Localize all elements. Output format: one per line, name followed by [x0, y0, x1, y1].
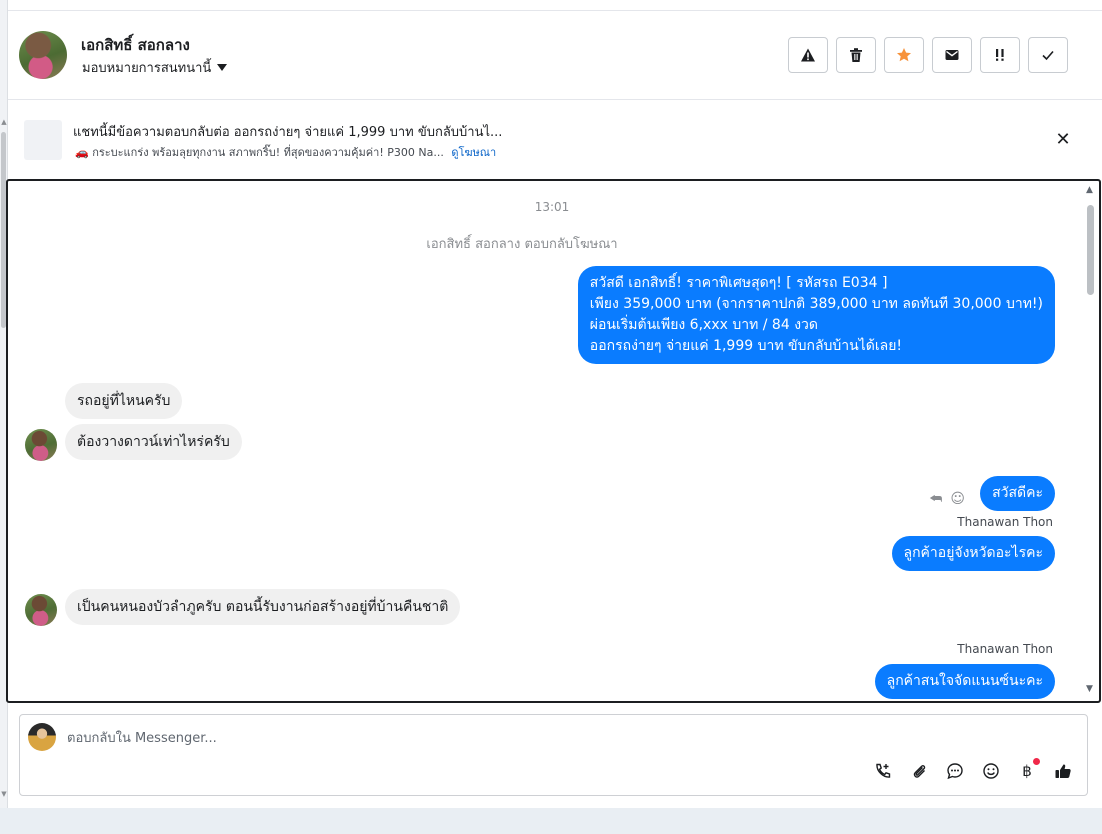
message-line: ผ่อนเริ่มต้นเพียง 6,xxx บาท / 84 งวด [589, 317, 818, 333]
mail-icon [945, 50, 959, 60]
star-button[interactable] [884, 37, 924, 73]
message-line: ออกรถง่ายๆ จ่ายแค่ 1,999 บาท ขับกลับบ้าน… [589, 338, 903, 354]
ad-reference-banner: แชทนี้มีข้อความตอบกลับต่อ ออกรถง่ายๆ จ่า… [8, 100, 1102, 178]
thread-scroll-thumb[interactable] [1087, 205, 1094, 295]
mark-done-button[interactable] [1028, 37, 1068, 73]
call-add-icon[interactable] [873, 761, 893, 781]
delete-button[interactable] [836, 37, 876, 73]
outgoing-message[interactable]: สวัสดี เอกสิทธิ์! ราคาพิเศษสุดๆ! [ รหัสร… [577, 266, 1055, 364]
assign-label: มอบหมายการสนทนานี้ [82, 61, 212, 76]
incoming-message[interactable]: รถอยู่ที่ไหนครับ [65, 383, 183, 419]
message-hover-tools: ⮪ ☺ [929, 491, 965, 507]
system-note: เอกสิทธิ์ สอกลาง ตอบกลับโฆษณา [426, 237, 618, 252]
react-emoji-icon[interactable]: ☺ [950, 491, 965, 507]
priority-icon [996, 49, 1004, 61]
contact-avatar[interactable] [19, 31, 67, 79]
report-button[interactable] [788, 37, 828, 73]
contact-avatar-small[interactable] [25, 429, 57, 461]
ad-thumbnail [24, 120, 62, 160]
close-icon[interactable]: ✕ [1052, 128, 1074, 150]
baht-glyph: ฿ [1022, 762, 1032, 780]
outgoing-message[interactable]: ลูกค้าสนใจจัดแนนซ์นะคะ [874, 664, 1055, 699]
trash-icon [850, 48, 862, 62]
reply-icon[interactable]: ⮪ [929, 491, 942, 507]
caret-down-icon [217, 64, 228, 71]
message-timestamp: 13:01 [534, 200, 570, 214]
top-divider [8, 0, 1102, 11]
assign-conversation-dropdown[interactable]: มอบหมายการสนทนานี้ [82, 57, 228, 78]
message-composer: ฿ [19, 714, 1088, 796]
scroll-down-arrow-icon[interactable]: ▼ [0, 790, 8, 800]
message-line: เพียง 359,000 บาท (จากราคาปกติ 389,000 บ… [589, 296, 1043, 312]
baht-icon[interactable]: ฿ [1017, 758, 1040, 781]
like-icon[interactable] [1053, 761, 1073, 781]
conversation-header: เอกสิทธิ์ สอกลาง มอบหมายการสนทนานี้ [8, 11, 1102, 100]
thread-scrollbar[interactable]: ▲ ▼ [1085, 185, 1097, 697]
incoming-message[interactable]: เป็นคนหนองบัวลำภูครับ ตอนนี้รับงานก่อสร้… [65, 589, 461, 625]
ad-title: แชทนี้มีข้อความตอบกลับต่อ ออกรถง่ายๆ จ่า… [73, 125, 503, 140]
composer-toolbar: ฿ [873, 758, 1073, 781]
view-ad-link[interactable]: ดูโฆษณา [451, 146, 496, 159]
notification-dot [1033, 758, 1040, 765]
attach-icon[interactable] [909, 761, 929, 781]
contact-name[interactable]: เอกสิทธิ์ สอกลาง [81, 33, 190, 57]
sender-name: Thanawan Thon [957, 642, 1053, 656]
message-line: สวัสดี เอกสิทธิ์! ราคาพิเศษสุดๆ! [ รหัสร… [589, 275, 888, 291]
mark-unread-button[interactable] [932, 37, 972, 73]
scroll-down-arrow-icon[interactable]: ▼ [1086, 684, 1093, 694]
window-bottom-band [0, 808, 1102, 834]
agent-avatar [28, 723, 56, 751]
priority-button[interactable] [980, 37, 1020, 73]
reply-input[interactable] [67, 727, 967, 749]
message-thread[interactable]: 13:01 เอกสิทธิ์ สอกลาง ตอบกลับโฆษณา สวัส… [6, 179, 1101, 703]
incoming-message[interactable]: ต้องวางดาวน์เท่าไหร่ครับ [65, 424, 242, 460]
sender-name: Thanawan Thon [957, 515, 1053, 529]
outgoing-message[interactable]: สวัสดีคะ [980, 476, 1055, 511]
ad-subtitle-row: 🚗 กระบะแกร่ง พร้อมลุยทุกงาน สภาพกริ๊บ! ท… [75, 143, 496, 161]
emoji-icon[interactable] [981, 761, 1001, 781]
scroll-up-arrow-icon[interactable]: ▲ [0, 118, 8, 128]
check-icon [1042, 50, 1054, 61]
star-icon [897, 48, 911, 62]
outgoing-message[interactable]: ลูกค้าอยู่จังหวัดอะไรคะ [891, 536, 1055, 571]
warning-icon [801, 48, 815, 62]
contact-avatar-small[interactable] [25, 594, 57, 626]
header-actions [788, 37, 1068, 73]
ad-subtitle: 🚗 กระบะแกร่ง พร้อมลุยทุกงาน สภาพกริ๊บ! ท… [75, 146, 444, 159]
scroll-up-arrow-icon[interactable]: ▲ [1086, 185, 1093, 195]
saved-reply-icon[interactable] [945, 761, 965, 781]
